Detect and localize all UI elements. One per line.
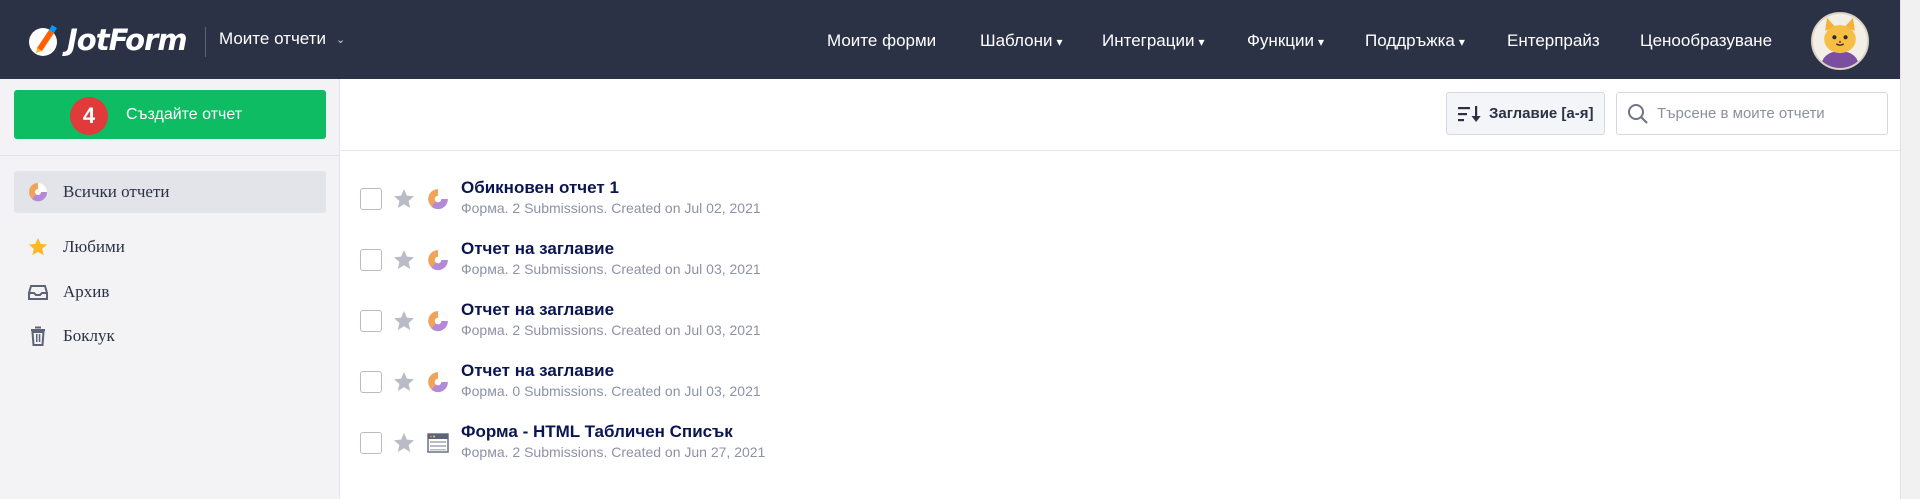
report-meta: Форма. 2 Submissions. Created on Jul 03,… <box>461 322 761 338</box>
report-icon <box>426 370 450 394</box>
nav-item-6[interactable]: Ценообразуване <box>1640 31 1772 51</box>
star-icon[interactable] <box>392 187 416 211</box>
report-title[interactable]: Отчет на заглавие <box>461 239 614 259</box>
report-meta: Форма. 2 Submissions. Created on Jul 03,… <box>461 261 761 277</box>
report-icon <box>27 181 49 203</box>
nav-item-3[interactable]: Функции ▾ <box>1247 31 1324 51</box>
report-row[interactable]: Отчет на заглавие Форма. 0 Submissions. C… <box>358 361 1858 413</box>
sidebar-item-label: Любими <box>63 237 125 256</box>
nav-item-label: Ценообразуване <box>1640 31 1773 50</box>
nav-item-label: Ентерпрайз <box>1507 31 1600 50</box>
avatar-cat-icon <box>1813 14 1867 68</box>
report-checkbox[interactable] <box>360 249 382 271</box>
nav-item-label: Поддръжка <box>1365 31 1455 50</box>
sidebar-divider <box>0 155 340 156</box>
report-checkbox[interactable] <box>360 371 382 393</box>
jotform-logo[interactable]: JotForm <box>27 20 188 60</box>
jotform-logo-icon <box>29 25 57 56</box>
report-row[interactable]: Обикновен отчет 1 Форма. 2 Submissions. C… <box>358 178 1858 230</box>
report-row[interactable]: Отчет на заглавие Форма. 2 Submissions. C… <box>358 300 1858 352</box>
nav-item-5[interactable]: Ентерпрайз <box>1507 31 1600 51</box>
search-input[interactable] <box>1657 105 1877 122</box>
sidebar-item-label: Боклук <box>63 326 115 345</box>
sort-icon <box>1458 105 1481 122</box>
nav-item-label: Шаблони <box>980 31 1053 50</box>
report-checkbox[interactable] <box>360 188 382 210</box>
sidebar-item-archive[interactable]: Архив <box>14 271 326 313</box>
report-meta: Форма. 0 Submissions. Created on Jul 03,… <box>461 383 761 399</box>
trash-icon <box>27 325 49 347</box>
star-icon[interactable] <box>392 370 416 394</box>
nav-item-label: Интеграции <box>1102 31 1195 50</box>
caret-down-icon: ▾ <box>1317 35 1325 49</box>
search-box[interactable] <box>1616 92 1888 135</box>
nav-item-2[interactable]: Интеграции ▾ <box>1102 31 1205 51</box>
caret-down-icon: ▾ <box>1056 35 1063 49</box>
nav-item-label: Функции <box>1247 31 1314 50</box>
sidebar-item-favorites[interactable]: Любими <box>14 226 326 268</box>
nav-item-4[interactable]: Поддръжка ▾ <box>1365 31 1465 51</box>
scrollbar[interactable] <box>1900 0 1920 499</box>
user-avatar[interactable] <box>1811 12 1869 70</box>
report-icon <box>426 248 450 272</box>
step-badge: 4 <box>70 97 108 135</box>
report-checkbox[interactable] <box>360 432 382 454</box>
nav-item-label: Моите форми <box>827 31 937 50</box>
logo-text: JotForm <box>67 23 188 57</box>
nav-item-1[interactable]: Шаблони ▾ <box>980 31 1063 51</box>
report-title[interactable]: Отчет на заглавие <box>461 300 614 320</box>
sidebar-item-trash[interactable]: Боклук <box>14 315 326 357</box>
report-meta: Форма. 2 Submissions. Created on Jun 27,… <box>461 444 766 460</box>
my-reports-dropdown[interactable]: Моите отчети ⌄ <box>219 29 345 49</box>
sort-button[interactable]: Заглавие [а-я] <box>1446 92 1605 135</box>
top-navigation-bar: JotForm Моите отчети ⌄ Моите форми Шаблон… <box>0 0 1900 79</box>
report-icon <box>426 187 450 211</box>
chevron-down-icon: ⌄ <box>335 33 346 46</box>
report-icon <box>426 309 450 333</box>
caret-down-icon: ▾ <box>1198 35 1205 49</box>
header-divider <box>205 27 206 57</box>
search-icon <box>1628 103 1648 124</box>
star-icon[interactable] <box>392 248 416 272</box>
sidebar-item-all-reports[interactable]: Всички отчети <box>14 171 326 213</box>
sort-label: Заглавие [а-я] <box>1489 105 1594 122</box>
create-report-label: Създайте отчет <box>125 105 243 123</box>
sidebar-item-label: Архив <box>63 282 110 301</box>
report-row[interactable]: Форма - HTML Табличен Списък Форма. 2 Sub… <box>358 422 1858 474</box>
create-report-button[interactable]: Създайте отчет <box>14 90 326 139</box>
report-row[interactable]: Отчет на заглавие Форма. 2 Submissions. C… <box>358 239 1858 291</box>
table-list-icon <box>426 431 450 455</box>
report-title[interactable]: Форма - HTML Табличен Списък <box>461 422 733 442</box>
archive-icon <box>27 281 49 303</box>
nav-item-0[interactable]: Моите форми <box>827 31 936 51</box>
sidebar: Създайте отчет 4 Всички отчети Любими Ар… <box>0 79 340 499</box>
caret-down-icon: ▾ <box>1458 35 1465 49</box>
report-title[interactable]: Обикновен отчет 1 <box>461 178 619 198</box>
my-reports-label: Моите отчети <box>219 29 326 48</box>
star-icon[interactable] <box>392 431 416 455</box>
report-title[interactable]: Отчет на заглавие <box>461 361 614 381</box>
sidebar-item-label: Всички отчети <box>63 182 170 201</box>
report-meta: Форма. 2 Submissions. Created on Jul 02,… <box>461 200 761 216</box>
star-icon[interactable] <box>392 309 416 333</box>
star-icon <box>27 236 49 258</box>
report-checkbox[interactable] <box>360 310 382 332</box>
